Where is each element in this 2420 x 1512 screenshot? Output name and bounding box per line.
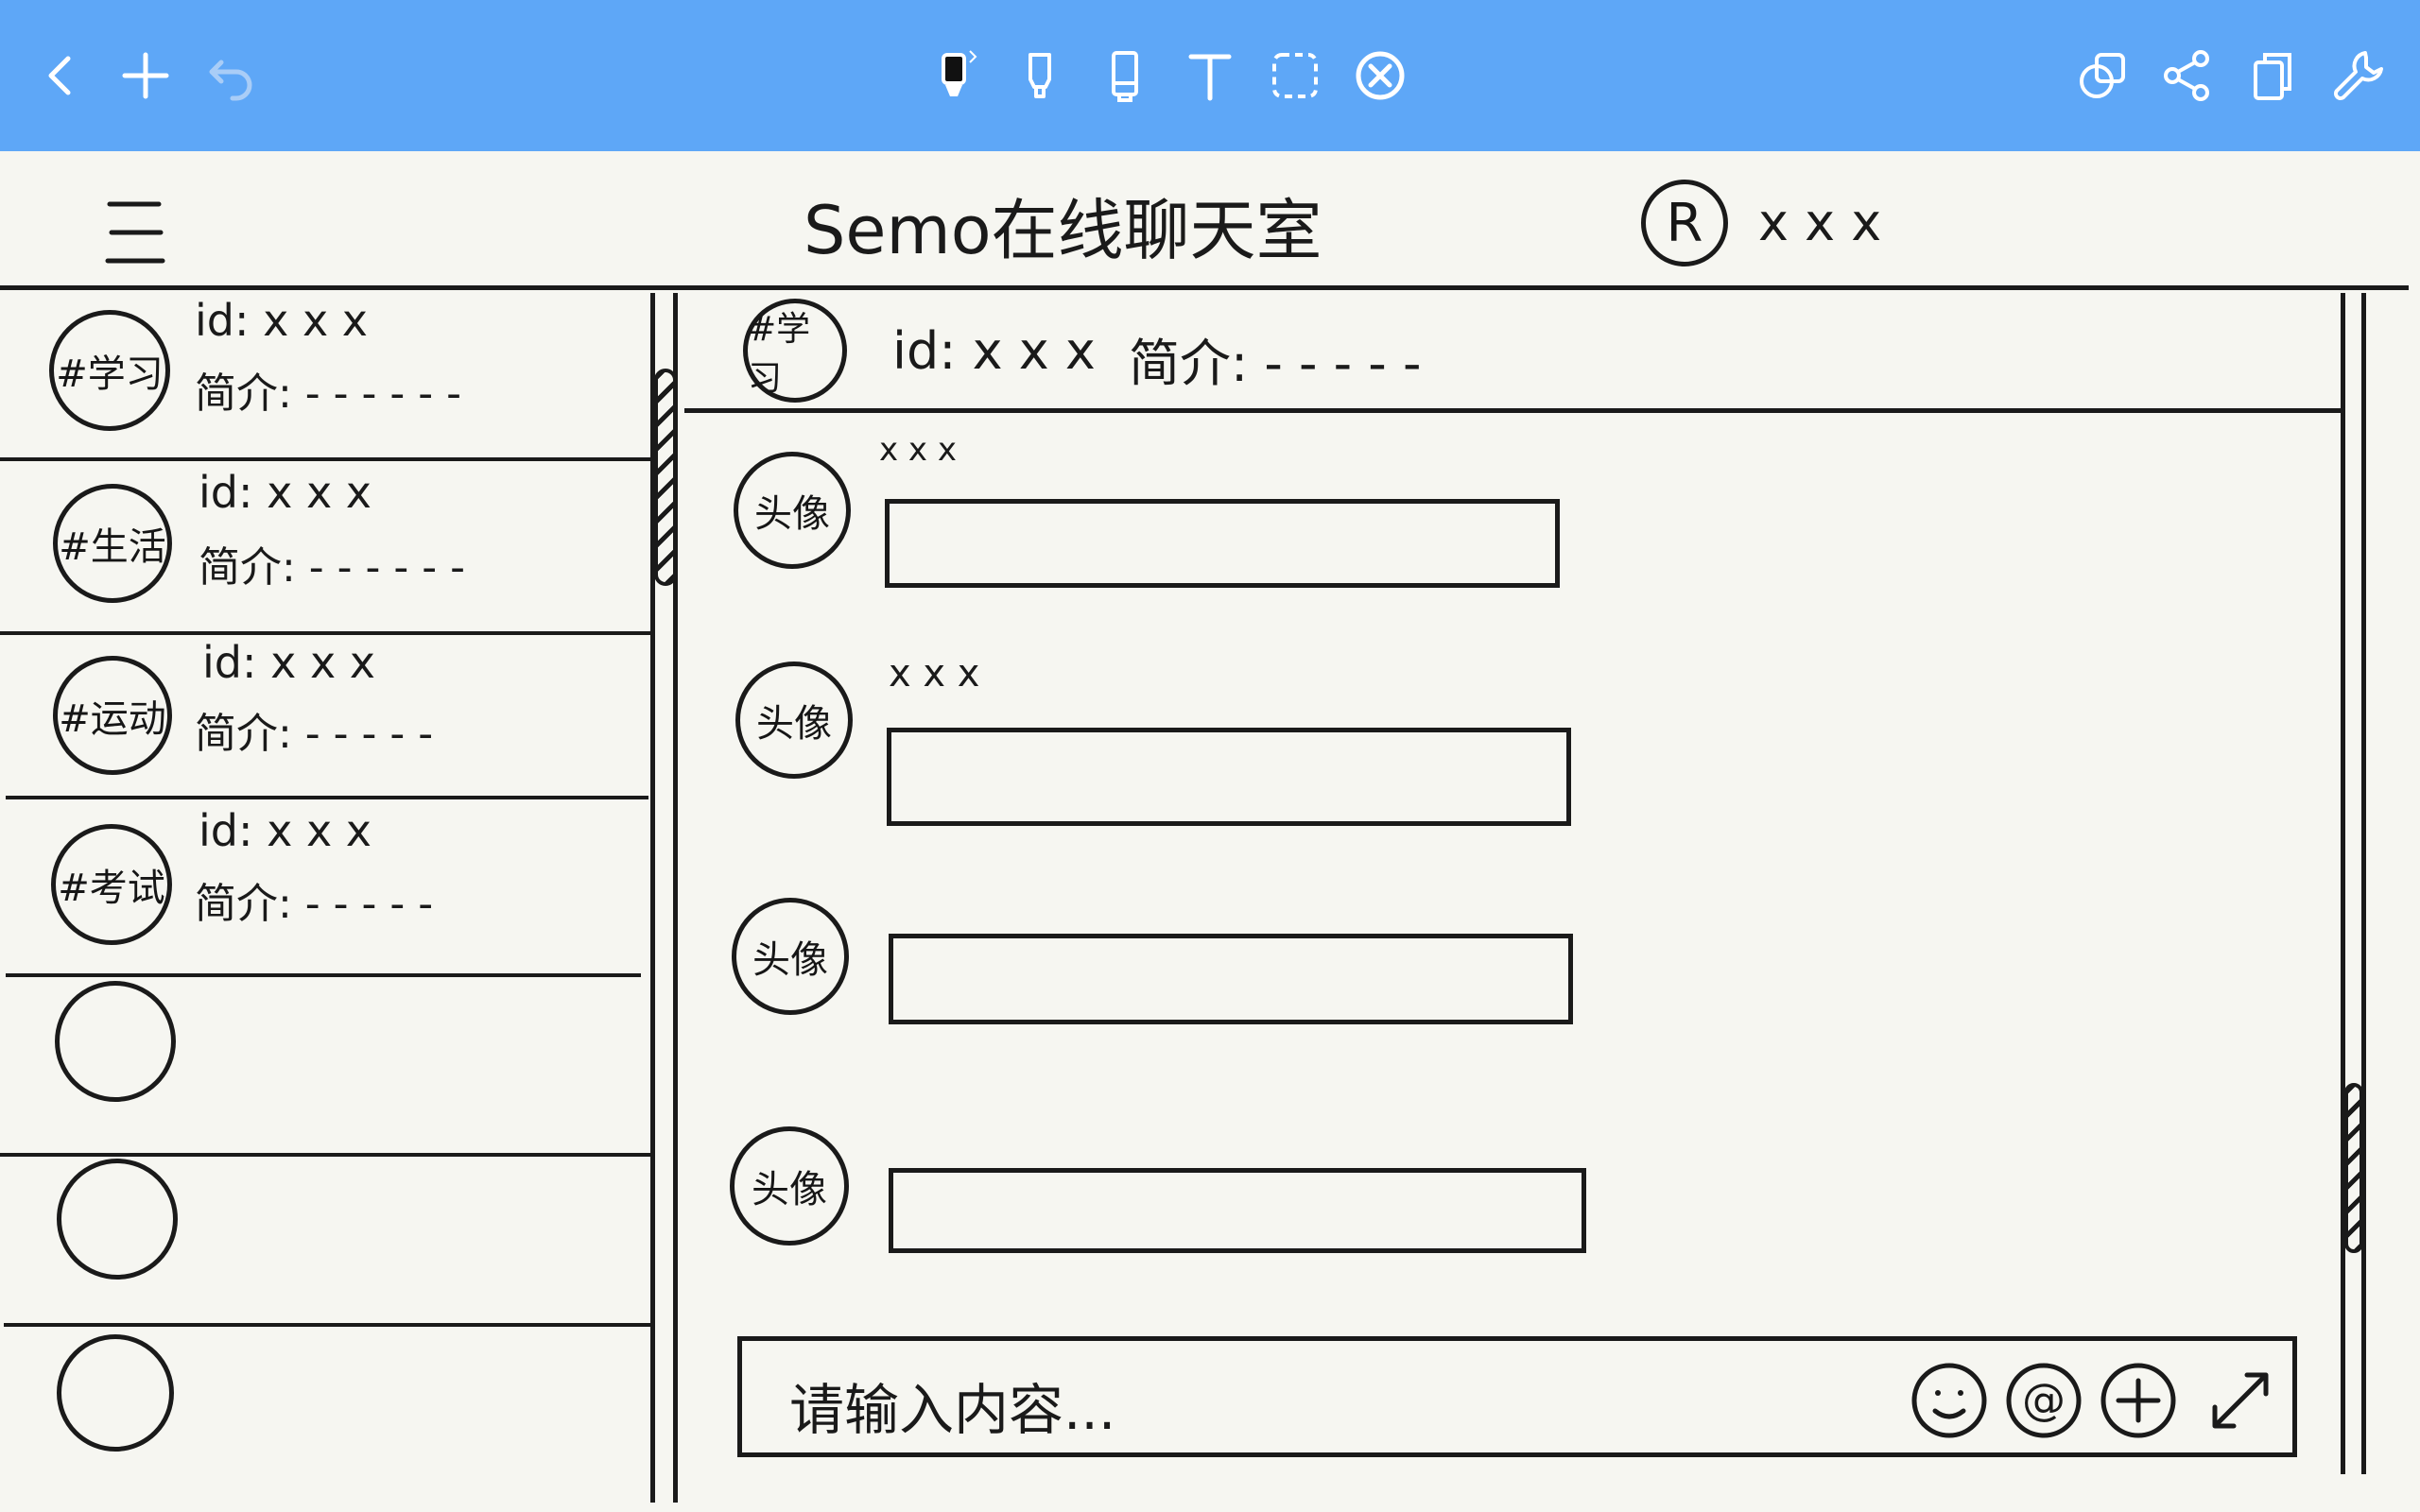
chat-border [2341, 293, 2345, 1474]
lasso-icon [1272, 53, 1318, 98]
header-divider [0, 285, 2409, 290]
add-button[interactable] [108, 38, 183, 113]
user-name: x x x [1758, 193, 1882, 252]
current-room-id: id: x x x [892, 321, 1096, 381]
attach-button[interactable] [2100, 1362, 2177, 1439]
smile-icon [1911, 1363, 1987, 1438]
room-tag-avatar: #考试 [51, 824, 172, 945]
list-divider [0, 1153, 652, 1157]
page-title: Semo在线聊天室 [804, 192, 1322, 269]
list-divider [6, 796, 648, 799]
room-id: id: x x x [199, 467, 372, 518]
eraser-icon [1112, 51, 1138, 102]
message-avatar[interactable]: 头像 [734, 452, 851, 569]
layers-button[interactable] [2065, 38, 2140, 113]
chat-border [2361, 293, 2366, 1474]
clear-tool-button[interactable] [1342, 38, 1418, 113]
layers-icon [2080, 53, 2125, 98]
room-list-item[interactable]: #考试 id: x x x 简介: - - - - - [0, 805, 652, 975]
highlighter-tool-button[interactable] [1002, 38, 1078, 113]
svg-text:@: @ [2022, 1374, 2066, 1425]
list-divider [6, 973, 641, 977]
at-icon: @ [2006, 1363, 2082, 1438]
undo-icon [209, 60, 252, 101]
eraser-tool-button[interactable] [1087, 38, 1163, 113]
pen-icon [942, 50, 977, 96]
undo-button[interactable] [193, 38, 268, 113]
message-sender: x x x [879, 431, 957, 469]
empty-avatar [57, 1159, 178, 1280]
share-button[interactable] [2150, 38, 2225, 113]
avatar-initial: R [1666, 192, 1703, 254]
room-list-item[interactable]: #生活 id: x x x 简介: - - - - - - [0, 465, 652, 631]
message-bubble [889, 1168, 1586, 1253]
chevron-left-icon [48, 56, 71, 95]
message-avatar[interactable]: 头像 [735, 662, 853, 779]
close-circle-icon [1356, 51, 1405, 100]
list-divider [0, 631, 650, 635]
message-input[interactable]: 请输入内容... @ [737, 1336, 2297, 1457]
text-tool-button[interactable] [1172, 38, 1248, 113]
sidebar-scrollbar[interactable] [654, 369, 677, 586]
expand-icon [2212, 1372, 2269, 1429]
app-toolbar [0, 0, 2420, 151]
share-icon [2164, 50, 2209, 101]
lasso-tool-button[interactable] [1257, 38, 1333, 113]
chat-scrollbar[interactable] [2344, 1083, 2363, 1253]
emoji-button[interactable] [1910, 1362, 1988, 1439]
message-bubble [889, 934, 1573, 1024]
back-button[interactable] [23, 38, 98, 113]
empty-room-item[interactable] [0, 1159, 652, 1325]
room-desc: 简介: - - - - - [195, 880, 434, 928]
empty-avatar [57, 1334, 174, 1452]
chat-wireframe: Semo在线聊天室 R x x x #学习 id: x x x 简介: - - … [0, 151, 2420, 1512]
menu-button[interactable] [104, 197, 166, 266]
list-divider [4, 1323, 652, 1327]
room-tag-avatar: #学习 [49, 310, 170, 431]
message-avatar[interactable]: 头像 [730, 1126, 849, 1246]
message-sender: x x x [889, 652, 980, 696]
list-divider [0, 457, 652, 461]
expand-button[interactable] [2202, 1362, 2279, 1439]
current-room-desc: 简介: - - - - - [1129, 334, 1422, 393]
empty-avatar [55, 981, 176, 1102]
room-list-item[interactable]: #运动 id: x x x 简介: - - - - - [0, 637, 652, 801]
pages-button[interactable] [2235, 38, 2310, 113]
highlighter-icon [1028, 53, 1051, 98]
room-tag-avatar: #生活 [53, 484, 172, 603]
current-room-avatar: #学习 [743, 299, 847, 403]
wrench-icon [2334, 51, 2383, 100]
message-bubble [885, 499, 1560, 588]
text-icon [1188, 54, 1232, 101]
input-placeholder: 请输入内容... [789, 1378, 1116, 1442]
room-id: id: x x x [199, 805, 372, 856]
mention-button[interactable]: @ [2005, 1362, 2083, 1439]
empty-room-item[interactable] [0, 981, 652, 1151]
room-desc: 简介: - - - - - [195, 710, 434, 758]
room-desc: 简介: - - - - - - [195, 369, 462, 418]
room-id: id: x x x [195, 295, 369, 346]
plus-icon [122, 52, 169, 99]
user-avatar[interactable]: R [1641, 180, 1728, 266]
pages-icon [2254, 53, 2291, 100]
plus-circle-icon [2100, 1363, 2176, 1438]
chat-header-divider [684, 408, 2341, 413]
room-desc: 简介: - - - - - - [199, 543, 466, 592]
room-list-item[interactable]: #学习 id: x x x 简介: - - - - - - [0, 293, 652, 461]
empty-room-item[interactable] [0, 1334, 652, 1504]
room-tag-avatar: #运动 [53, 656, 172, 775]
settings-button[interactable] [2320, 38, 2395, 113]
pen-tool-button[interactable] [917, 38, 993, 113]
message-bubble [887, 728, 1571, 826]
menu-icon [105, 201, 165, 264]
room-id: id: x x x [202, 637, 376, 688]
message-avatar[interactable]: 头像 [732, 898, 849, 1015]
